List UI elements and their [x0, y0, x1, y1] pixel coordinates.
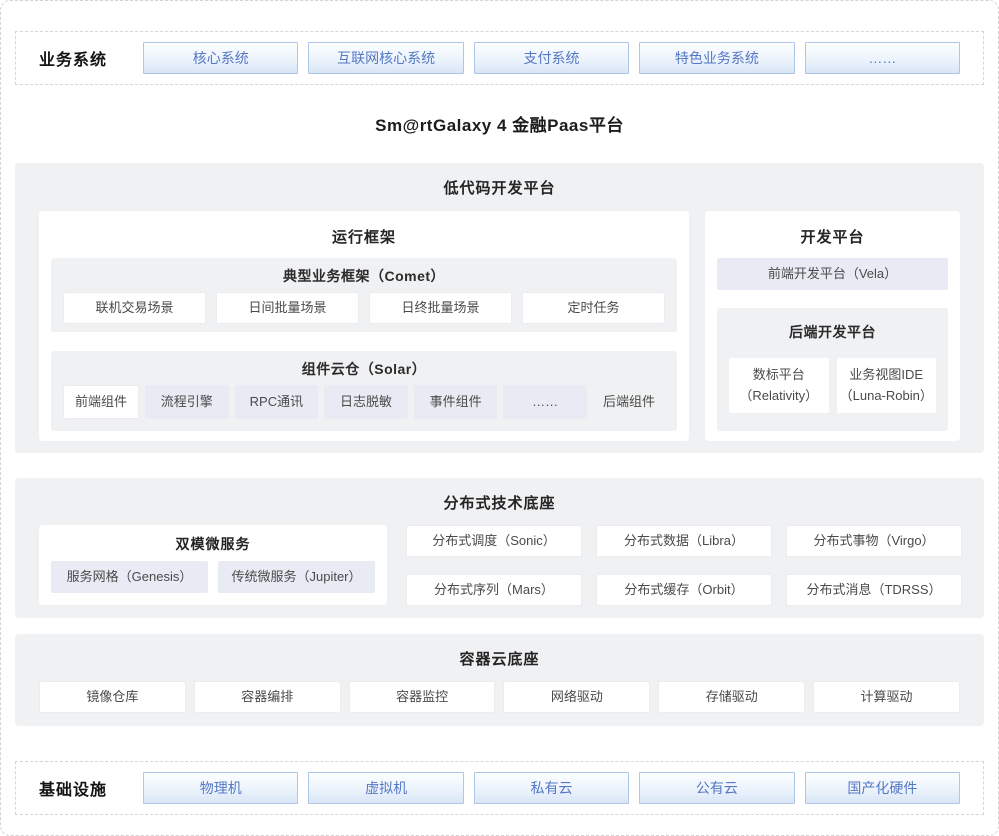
relativity-platform-name: 数标平台 [729, 365, 829, 385]
backend-dev-items: 数标平台 （Relativity） 业务视图IDE （Luna-Robin） [729, 358, 936, 413]
more-components-chip: …… [503, 385, 587, 419]
dev-platform-title: 开发平台 [705, 211, 960, 258]
distributed-body: 双模微服务 服务网格（Genesis） 传统微服务（Jupiter） 分布式调度… [15, 514, 984, 606]
dual-mode-microservice-title: 双模微服务 [39, 525, 387, 561]
image-registry-chip: 镜像仓库 [39, 681, 186, 713]
backend-component-label: 后端组件 [593, 385, 665, 419]
public-cloud-button[interactable]: 公有云 [639, 772, 794, 804]
tdrss-message-chip: 分布式消息（TDRSS） [786, 574, 962, 606]
physical-machine-button[interactable]: 物理机 [143, 772, 298, 804]
special-business-system-button[interactable]: 特色业务系统 [639, 42, 794, 74]
container-cloud-items: 镜像仓库 容器编排 容器监控 网络驱动 存储驱动 计算驱动 [39, 681, 960, 713]
eod-batch-chip: 日终批量场景 [369, 292, 512, 324]
dual-mode-items: 服务网格（Genesis） 传统微服务（Jupiter） [51, 561, 375, 593]
rpc-communication-chip: RPC通讯 [235, 385, 319, 419]
backend-dev-platform-box: 后端开发平台 数标平台 （Relativity） 业务视图IDE （Luna-R… [717, 308, 948, 431]
frontend-component-chip: 前端组件 [63, 385, 139, 419]
low-code-platform-section: 低代码开发平台 运行框架 典型业务框架（Comet） 联机交易场景 日间批量场景… [15, 163, 984, 453]
compute-driver-chip: 计算驱动 [813, 681, 960, 713]
distributed-base-section: 分布式技术底座 双模微服务 服务网格（Genesis） 传统微服务（Jupite… [15, 478, 984, 618]
vela-frontend-platform-chip: 前端开发平台（Vela） [717, 258, 948, 290]
runtime-framework-panel: 运行框架 典型业务框架（Comet） 联机交易场景 日间批量场景 日终批量场景 … [39, 211, 689, 441]
solar-component-title: 组件云仓（Solar） [51, 351, 677, 385]
private-cloud-button[interactable]: 私有云 [474, 772, 629, 804]
dual-mode-microservice-panel: 双模微服务 服务网格（Genesis） 传统微服务（Jupiter） [39, 525, 387, 605]
network-driver-chip: 网络驱动 [503, 681, 650, 713]
jupiter-microservice-chip: 传统微服务（Jupiter） [218, 561, 375, 593]
container-cloud-title: 容器云底座 [15, 634, 984, 670]
dev-platform-panel: 开发平台 前端开发平台（Vela） 后端开发平台 数标平台 （Relativit… [705, 211, 960, 441]
daytime-batch-chip: 日间批量场景 [216, 292, 359, 324]
platform-title: Sm@rtGalaxy 4 金融Paas平台 [1, 111, 998, 133]
log-masking-chip: 日志脱敏 [324, 385, 408, 419]
relativity-platform-card: 数标平台 （Relativity） [729, 358, 829, 413]
domestic-hardware-button[interactable]: 国产化硬件 [805, 772, 960, 804]
distributed-items-grid: 分布式调度（Sonic） 分布式数据（Libra） 分布式事物（Virgo） 分… [406, 525, 962, 606]
mars-sequence-chip: 分布式序列（Mars） [406, 574, 582, 606]
payment-system-button[interactable]: 支付系统 [474, 42, 629, 74]
runtime-framework-title: 运行框架 [39, 211, 689, 258]
more-systems-button[interactable]: …… [805, 42, 960, 74]
scheduled-task-chip: 定时任务 [522, 292, 665, 324]
storage-driver-chip: 存储驱动 [658, 681, 805, 713]
relativity-platform-code: （Relativity） [729, 386, 829, 406]
infrastructure-row: 基础设施 物理机 虚拟机 私有云 公有云 国产化硬件 [15, 761, 984, 815]
virtual-machine-button[interactable]: 虚拟机 [308, 772, 463, 804]
container-monitoring-chip: 容器监控 [349, 681, 496, 713]
event-component-chip: 事件组件 [414, 385, 498, 419]
container-cloud-section: 容器云底座 镜像仓库 容器编排 容器监控 网络驱动 存储驱动 计算驱动 [15, 634, 984, 726]
virgo-transaction-chip: 分布式事物（Virgo） [786, 525, 962, 557]
libra-data-chip: 分布式数据（Libra） [596, 525, 772, 557]
low-code-platform-title: 低代码开发平台 [15, 163, 984, 199]
genesis-service-mesh-chip: 服务网格（Genesis） [51, 561, 208, 593]
process-engine-chip: 流程引擎 [145, 385, 229, 419]
business-systems-row: 业务系统 核心系统 互联网核心系统 支付系统 特色业务系统 …… [15, 31, 984, 85]
sonic-scheduling-chip: 分布式调度（Sonic） [406, 525, 582, 557]
low-code-body: 运行框架 典型业务框架（Comet） 联机交易场景 日间批量场景 日终批量场景 … [15, 199, 984, 441]
infrastructure-buttons: 物理机 虚拟机 私有云 公有云 国产化硬件 [143, 772, 960, 804]
luna-robin-ide-code: （Luna-Robin） [837, 386, 937, 406]
luna-robin-ide-card: 业务视图IDE （Luna-Robin） [837, 358, 937, 413]
core-system-button[interactable]: 核心系统 [143, 42, 298, 74]
distributed-base-title: 分布式技术底座 [15, 478, 984, 514]
comet-framework-title: 典型业务框架（Comet） [51, 258, 677, 292]
comet-framework-box: 典型业务框架（Comet） 联机交易场景 日间批量场景 日终批量场景 定时任务 [51, 258, 677, 332]
solar-items: 前端组件 流程引擎 RPC通讯 日志脱敏 事件组件 …… 后端组件 [63, 385, 665, 419]
container-orchestration-chip: 容器编排 [194, 681, 341, 713]
comet-items: 联机交易场景 日间批量场景 日终批量场景 定时任务 [63, 292, 665, 324]
infrastructure-label: 基础设施 [39, 776, 143, 800]
internet-core-system-button[interactable]: 互联网核心系统 [308, 42, 463, 74]
orbit-cache-chip: 分布式缓存（Orbit） [596, 574, 772, 606]
business-systems-label: 业务系统 [39, 46, 143, 70]
business-systems-buttons: 核心系统 互联网核心系统 支付系统 特色业务系统 …… [143, 42, 960, 74]
architecture-diagram: 业务系统 核心系统 互联网核心系统 支付系统 特色业务系统 …… Sm@rtGa… [0, 0, 999, 836]
online-transaction-chip: 联机交易场景 [63, 292, 206, 324]
backend-dev-platform-title: 后端开发平台 [717, 308, 948, 342]
luna-robin-ide-name: 业务视图IDE [837, 365, 937, 385]
solar-component-box: 组件云仓（Solar） 前端组件 流程引擎 RPC通讯 日志脱敏 事件组件 ……… [51, 351, 677, 431]
